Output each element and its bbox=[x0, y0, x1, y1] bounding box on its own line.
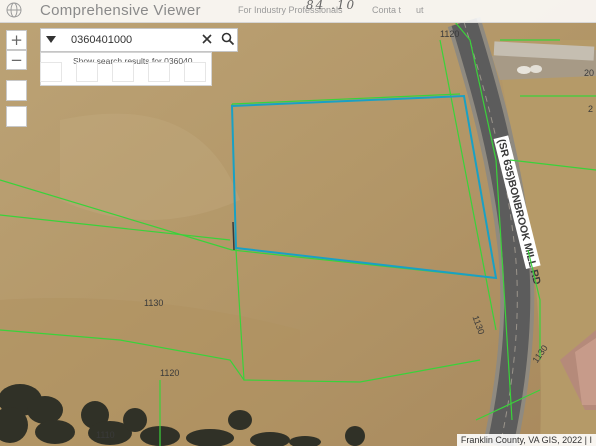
parcel-label: 1130 bbox=[144, 298, 163, 308]
handwritten-note: 84 .10 bbox=[306, 0, 357, 12]
zoom-in-button[interactable]: + bbox=[6, 30, 27, 50]
app-header: Comprehensive Viewer For Industry Profes… bbox=[0, 0, 596, 23]
suggestion-placeholder bbox=[112, 62, 134, 82]
suggestion-placeholder bbox=[40, 62, 62, 82]
nav-about[interactable]: ut bbox=[416, 5, 424, 15]
utility-pole bbox=[232, 221, 235, 251]
nav-contact[interactable]: Conta t bbox=[372, 5, 401, 15]
parcel-label: 1120 bbox=[440, 29, 459, 39]
zoom-out-button[interactable]: − bbox=[6, 50, 27, 70]
parcel-label: 20 bbox=[584, 68, 594, 78]
home-extent-button[interactable] bbox=[6, 80, 27, 101]
vehicle bbox=[530, 65, 542, 73]
source-dropdown-icon[interactable] bbox=[46, 36, 56, 44]
map-attribution: Franklin County, VA GIS, 2022 | I bbox=[456, 434, 596, 446]
suggestion-placeholder bbox=[148, 62, 170, 82]
locate-button[interactable] bbox=[6, 106, 27, 127]
clear-search-icon[interactable] bbox=[201, 33, 213, 45]
parcel-label: 1120 bbox=[160, 368, 179, 378]
search-widget bbox=[40, 28, 238, 52]
search-icon[interactable] bbox=[221, 32, 235, 46]
suggestion-placeholder bbox=[184, 62, 206, 82]
globe-logo-icon bbox=[6, 2, 22, 18]
vehicle bbox=[517, 66, 531, 74]
parcel-label: 1110 bbox=[96, 430, 115, 440]
search-input[interactable] bbox=[71, 33, 191, 47]
parcel-label: 2 bbox=[588, 104, 593, 114]
suggestion-placeholder bbox=[76, 62, 98, 82]
app-title: Comprehensive Viewer bbox=[40, 2, 201, 19]
